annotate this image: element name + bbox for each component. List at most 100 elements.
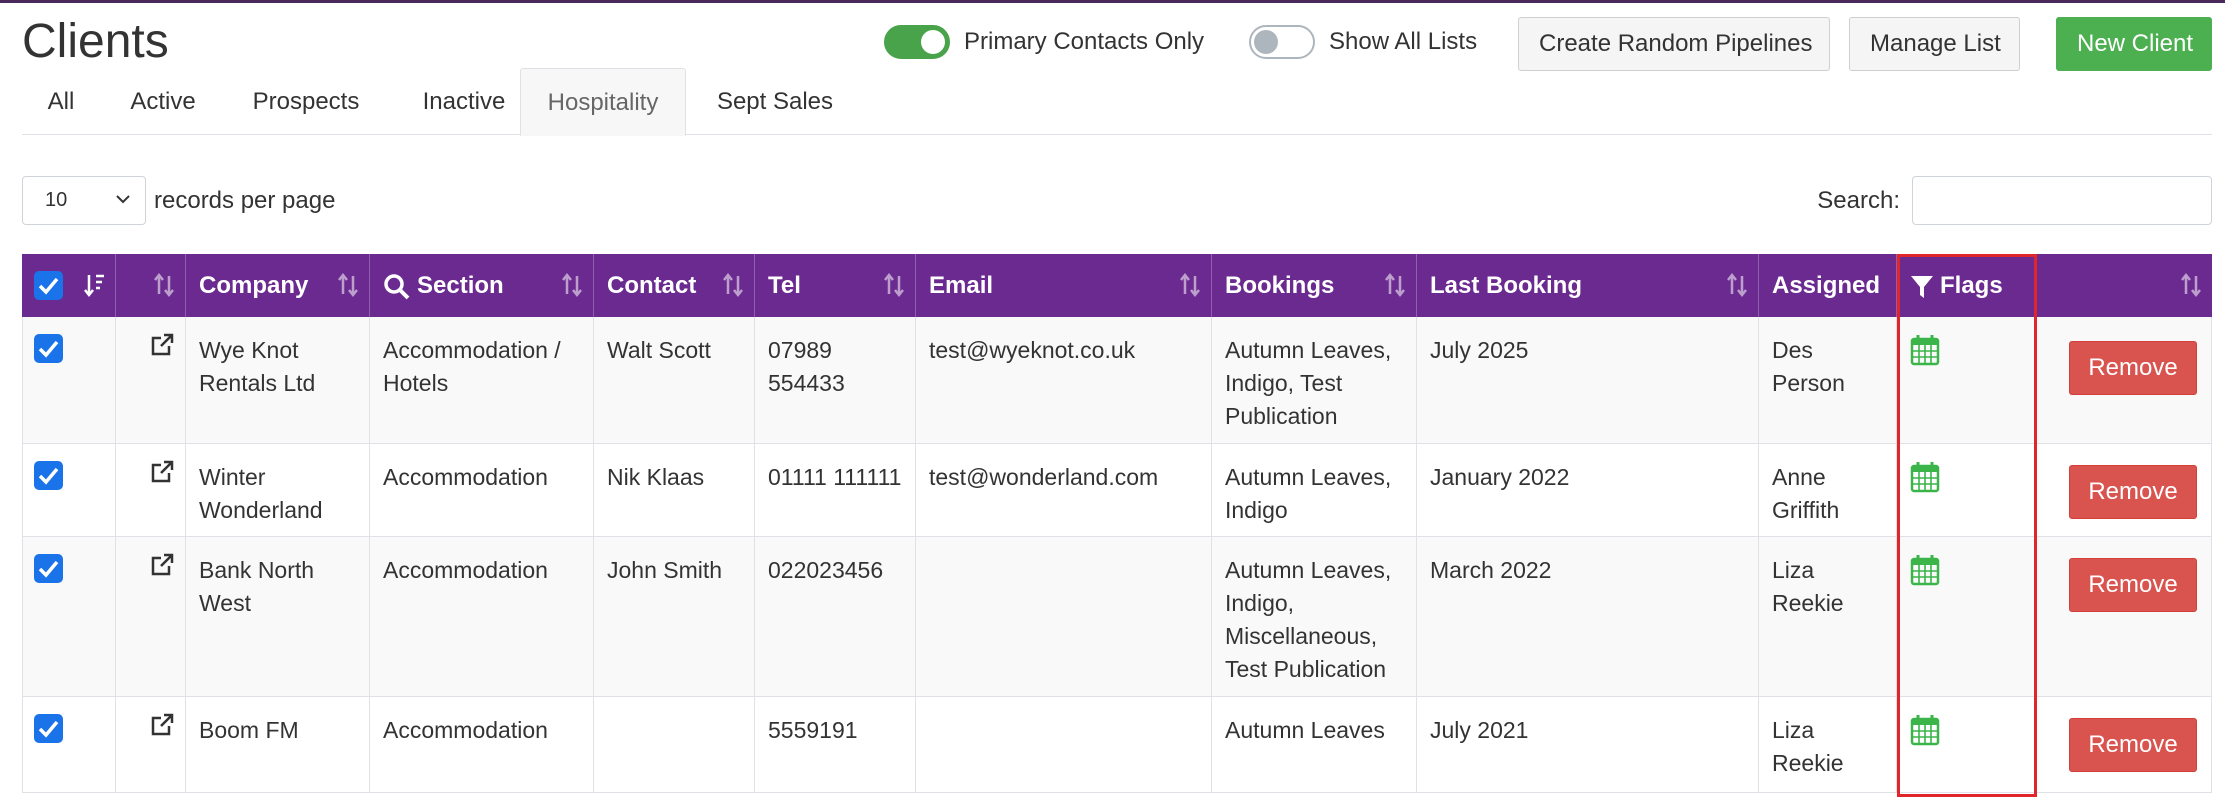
table-row: Wye Knot Rentals Ltd Accommodation / Hot… xyxy=(22,317,2212,444)
sort-icon[interactable] xyxy=(883,272,905,298)
row-link-cell xyxy=(116,317,186,443)
actions-cell: Remove xyxy=(2037,444,2212,536)
tel-cell: 01111 111111 xyxy=(755,444,916,536)
actions-cell: Remove xyxy=(2037,697,2212,792)
email-cell: test@wyeknot.co.uk xyxy=(916,317,1212,443)
last-booking-cell: July 2021 xyxy=(1417,697,1759,792)
section-cell: Accommodation / Hotels xyxy=(370,317,594,443)
tab-hospitality[interactable]: Hospitality xyxy=(520,68,686,136)
header-last-booking[interactable]: Last Booking xyxy=(1417,254,1759,317)
header-assigned[interactable]: Assigned xyxy=(1759,254,1897,317)
header-assigned-label: Assigned xyxy=(1772,272,1881,299)
row-checkbox[interactable] xyxy=(34,554,63,583)
table-header: Company Section Contact Tel Email Bookin… xyxy=(22,254,2212,317)
select-all-checkbox[interactable] xyxy=(34,271,63,300)
row-select-cell xyxy=(22,317,116,443)
manage-list-button[interactable]: Manage List xyxy=(1849,17,2020,71)
company-cell: Wye Knot Rentals Ltd xyxy=(186,317,370,443)
remove-button[interactable]: Remove xyxy=(2069,465,2197,519)
flags-cell xyxy=(1897,537,2037,696)
actions-cell: Remove xyxy=(2037,537,2212,696)
show-all-lists-toggle[interactable] xyxy=(1249,25,1315,59)
header-email-label: Email xyxy=(929,272,994,299)
bookings-cell: Autumn Leaves, Indigo, Test Publication xyxy=(1212,317,1417,443)
external-link-icon[interactable] xyxy=(149,712,175,738)
primary-contacts-toggle[interactable] xyxy=(884,25,950,59)
calendar-icon[interactable] xyxy=(1910,461,1940,493)
header-company[interactable]: Company xyxy=(186,254,370,317)
header-email[interactable]: Email xyxy=(916,254,1212,317)
tab-inactive[interactable]: Inactive xyxy=(386,68,542,135)
sort-icon[interactable] xyxy=(2180,272,2202,298)
email-cell: test@wonderland.com xyxy=(916,444,1212,536)
calendar-icon[interactable] xyxy=(1910,334,1940,366)
search-input[interactable] xyxy=(1912,176,2212,225)
row-checkbox[interactable] xyxy=(34,461,63,490)
company-cell: Bank North West xyxy=(186,537,370,696)
list-tabs: All Active Prospects Inactive Hospitalit… xyxy=(22,68,2212,136)
external-link-icon[interactable] xyxy=(149,552,175,578)
contact-cell: John Smith xyxy=(594,537,755,696)
search-icon[interactable] xyxy=(383,273,411,301)
external-link-icon[interactable] xyxy=(149,459,175,485)
page-title: Clients xyxy=(22,15,169,68)
sort-desc-icon[interactable] xyxy=(83,272,105,298)
records-per-page-label: records per page xyxy=(154,186,336,214)
bookings-cell: Autumn Leaves, Indigo, Miscellaneous, Te… xyxy=(1212,537,1417,696)
search-label: Search: xyxy=(1817,186,1900,214)
remove-button[interactable]: Remove xyxy=(2069,558,2197,612)
row-select-cell xyxy=(22,537,116,696)
header-section[interactable]: Section xyxy=(370,254,594,317)
table-row: Bank North West Accommodation John Smith… xyxy=(22,537,2212,697)
header-section-label: Section xyxy=(417,272,504,299)
last-booking-cell: January 2022 xyxy=(1417,444,1759,536)
external-link-icon[interactable] xyxy=(149,332,175,358)
email-cell xyxy=(916,697,1212,792)
calendar-icon[interactable] xyxy=(1910,554,1940,586)
assigned-cell: Liza Reekie xyxy=(1759,537,1897,696)
row-link-cell xyxy=(116,537,186,696)
tab-active[interactable]: Active xyxy=(100,68,226,135)
header-company-label: Company xyxy=(199,272,309,299)
header-bookings[interactable]: Bookings xyxy=(1212,254,1417,317)
remove-button[interactable]: Remove xyxy=(2069,341,2197,395)
email-cell xyxy=(916,537,1212,696)
section-cell: Accommodation xyxy=(370,697,594,792)
header-bookings-label: Bookings xyxy=(1225,272,1335,299)
sort-icon[interactable] xyxy=(722,272,744,298)
header-select-all xyxy=(22,254,116,317)
tab-sept-sales[interactable]: Sept Sales xyxy=(695,68,855,135)
tel-cell: 07989 554433 xyxy=(755,317,916,443)
sort-icon[interactable] xyxy=(561,272,583,298)
bookings-cell: Autumn Leaves xyxy=(1212,697,1417,792)
tab-prospects[interactable]: Prospects xyxy=(226,68,386,135)
new-client-button[interactable]: New Client xyxy=(2056,17,2212,71)
row-checkbox[interactable] xyxy=(34,334,63,363)
header-contact[interactable]: Contact xyxy=(594,254,755,317)
sort-icon[interactable] xyxy=(1179,272,1201,298)
create-random-pipelines-button[interactable]: Create Random Pipelines xyxy=(1518,17,1830,71)
actions-cell: Remove xyxy=(2037,317,2212,443)
sort-icon[interactable] xyxy=(337,272,359,298)
header-flags-label: Flags xyxy=(1940,272,2003,299)
row-select-cell xyxy=(22,697,116,792)
section-cell: Accommodation xyxy=(370,537,594,696)
calendar-icon[interactable] xyxy=(1910,714,1940,746)
sort-icon[interactable] xyxy=(1384,272,1406,298)
flags-cell xyxy=(1897,444,2037,536)
records-per-page: 10 records per page xyxy=(22,176,335,225)
flags-cell xyxy=(1897,317,2037,443)
sort-icon[interactable] xyxy=(1726,272,1748,298)
last-booking-cell: July 2025 xyxy=(1417,317,1759,443)
header-flags[interactable]: Flags xyxy=(1897,254,2212,317)
tab-all[interactable]: All xyxy=(22,68,100,135)
records-per-page-select[interactable]: 10 xyxy=(22,176,146,225)
sort-icon[interactable] xyxy=(153,272,175,298)
show-all-lists-toggle-group: Show All Lists xyxy=(1249,22,1477,62)
primary-contacts-label: Primary Contacts Only xyxy=(964,28,1205,55)
remove-button[interactable]: Remove xyxy=(2069,718,2197,772)
toggle-knob xyxy=(1254,30,1278,54)
filter-icon[interactable] xyxy=(1910,274,1934,300)
row-checkbox[interactable] xyxy=(34,714,63,743)
header-tel[interactable]: Tel xyxy=(755,254,916,317)
